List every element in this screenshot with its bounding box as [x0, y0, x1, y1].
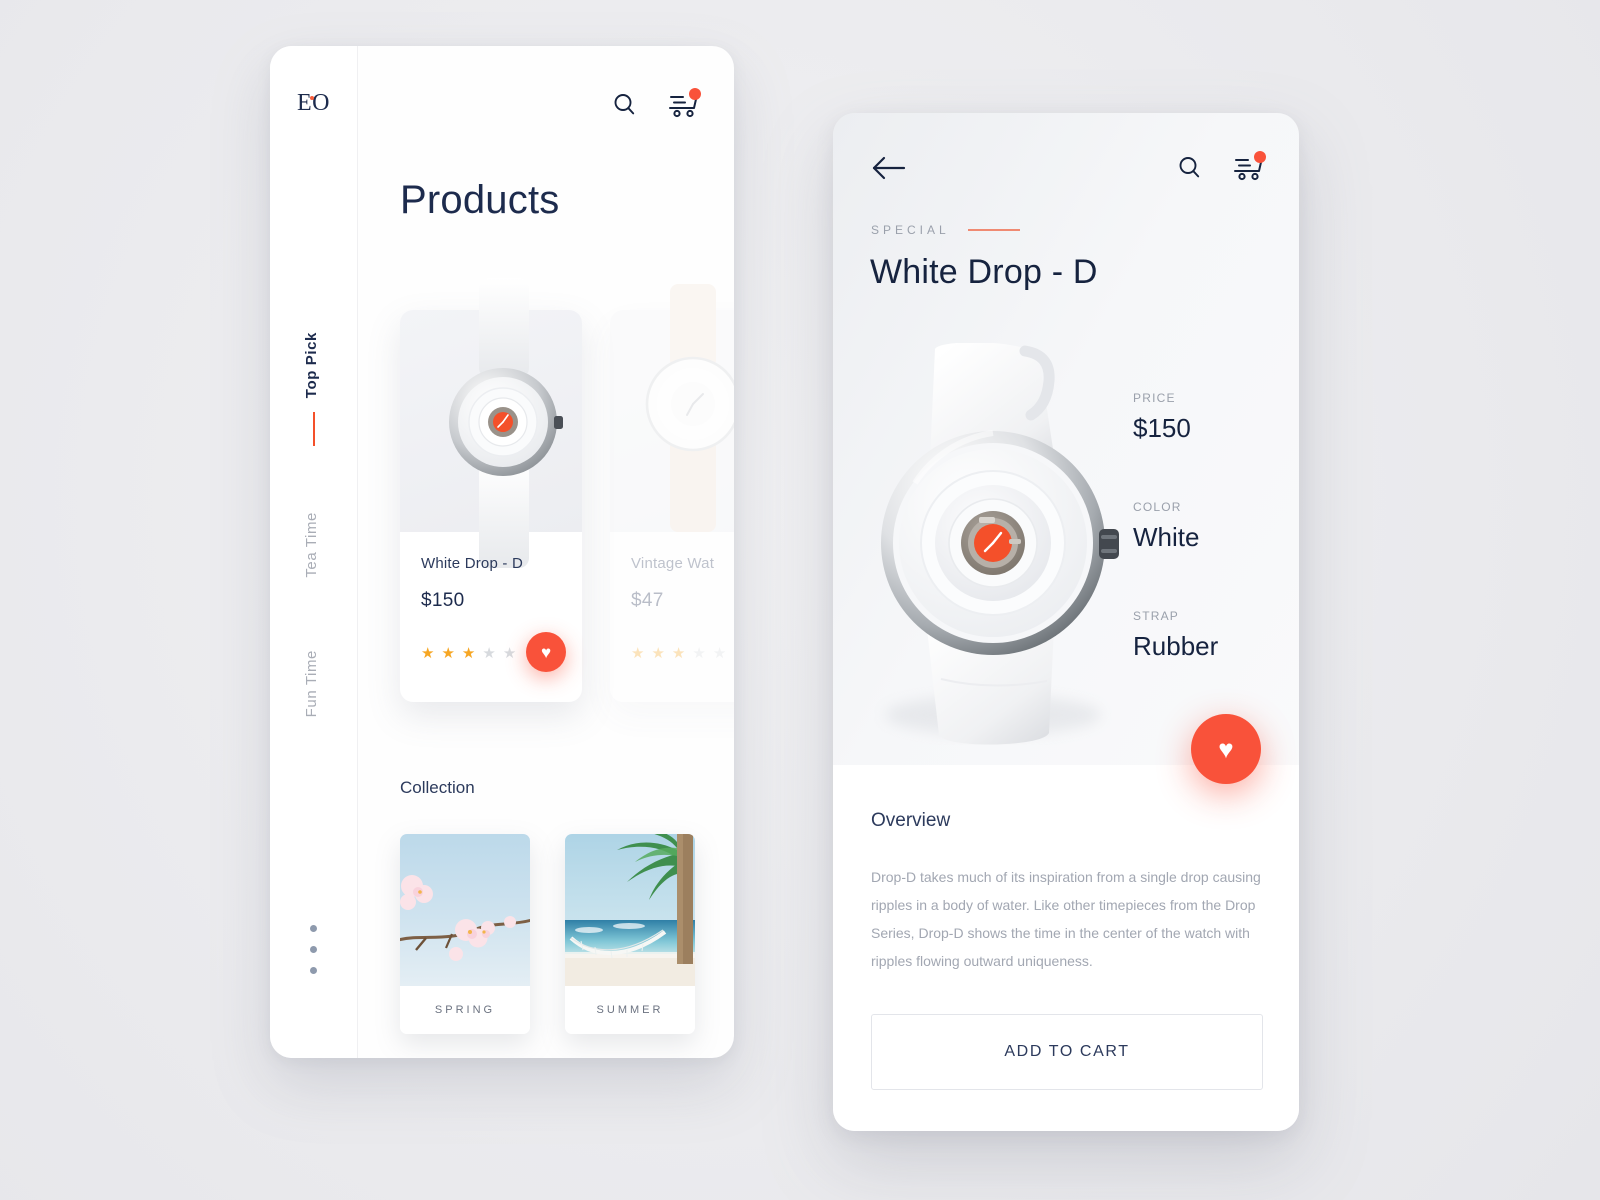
collection-label: SPRING — [400, 986, 530, 1034]
brand-logo[interactable]: EO — [297, 90, 330, 117]
rating-stars: ★ ★ ★ ★ ★ — [631, 646, 726, 661]
search-icon[interactable] — [611, 91, 638, 118]
cart-badge — [689, 88, 701, 100]
sidebar-item-top-pick[interactable]: Top Pick — [303, 332, 325, 398]
detail-topbar — [871, 151, 1266, 187]
cart-icon[interactable] — [668, 88, 701, 118]
product-price: $47 — [631, 590, 664, 611]
search-icon[interactable] — [1176, 154, 1203, 181]
spec-value: $150 — [1133, 413, 1191, 443]
star-icon: ★ — [502, 645, 517, 662]
overview-panel: Overview Drop-D takes much of its inspir… — [833, 765, 1299, 1131]
star-icon: ★ — [441, 645, 455, 662]
eyebrow-label: SPECIAL — [871, 223, 950, 237]
star-icon: ★ — [461, 645, 476, 662]
collection-card-spring[interactable]: SPRING — [400, 834, 530, 1034]
brand-logo-text: EO — [297, 90, 330, 116]
logo-accent-dot — [310, 96, 314, 100]
spec-price: PRICE $150 — [1133, 391, 1283, 444]
sidebar-item-fun-time[interactable]: Fun Time — [303, 650, 325, 717]
cart-icon[interactable] — [1233, 151, 1266, 181]
collection-card-summer[interactable]: SUMMER — [565, 834, 695, 1034]
spec-list: PRICE $150 COLOR White STRAP Rubber — [1133, 391, 1283, 718]
product-image — [400, 278, 582, 568]
spec-value: White — [1133, 522, 1200, 552]
favorite-button[interactable]: ♥ — [526, 632, 566, 672]
star-icon: ★ — [671, 645, 686, 662]
star-icon: ★ — [692, 645, 706, 662]
collection-label: SUMMER — [565, 986, 695, 1034]
product-detail-title: White Drop - D — [870, 253, 1098, 291]
pagination-dot[interactable] — [310, 925, 317, 932]
left-sidebar: EO Top Pick Tea Time Fun Time — [270, 46, 358, 1058]
star-icon: ★ — [631, 645, 645, 662]
product-carousel[interactable]: Vintage Wat $47 ★ ★ ★ ★ ★ White Drop - D… — [358, 278, 734, 714]
spec-label: STRAP — [1133, 609, 1180, 623]
add-to-cart-button[interactable]: ADD TO CART — [871, 1014, 1263, 1090]
product-info: White Drop - D $150 — [421, 555, 571, 612]
collection-heading: Collection — [400, 778, 475, 797]
star-icon: ★ — [482, 645, 496, 662]
app-canvas: EO Top Pick Tea Time Fun Time Products V… — [0, 0, 1600, 1200]
spec-color: COLOR White — [1133, 500, 1283, 553]
favorite-button[interactable]: ♥ — [1191, 714, 1261, 784]
back-arrow-icon[interactable] — [871, 155, 907, 181]
spec-label: PRICE — [1133, 391, 1176, 405]
product-price: $150 — [421, 590, 465, 611]
products-screen: EO Top Pick Tea Time Fun Time Products V… — [270, 46, 734, 1058]
star-icon: ★ — [712, 645, 727, 662]
spec-value: Rubber — [1133, 631, 1219, 661]
product-info: Vintage Wat $47 — [631, 555, 734, 612]
star-icon: ★ — [421, 645, 435, 662]
overview-heading: Overview — [871, 810, 951, 831]
detail-topbar-actions — [1176, 151, 1266, 181]
cart-badge — [1254, 151, 1266, 163]
products-main: Products Vintage Wat $47 ★ ★ ★ ★ ★ White… — [358, 46, 734, 1058]
left-topbar-actions — [611, 88, 701, 118]
summer-image — [565, 834, 695, 986]
collection-list: SPRING SUMMER — [400, 834, 695, 1034]
eyebrow-row: SPECIAL — [871, 223, 1020, 237]
pagination-dot[interactable] — [310, 946, 317, 953]
product-detail-screen: SPECIAL White Drop - D PRICE $150 COLOR … — [833, 113, 1299, 1131]
spring-image — [400, 834, 530, 986]
product-name: Vintage Wat — [631, 555, 715, 572]
rating-stars: ★ ★ ★ ★ ★ — [421, 646, 516, 661]
pagination-dots[interactable] — [310, 925, 317, 974]
pagination-dot[interactable] — [310, 967, 317, 974]
product-name: White Drop - D — [421, 555, 523, 572]
category-nav: Top Pick Tea Time Fun Time — [270, 332, 358, 717]
eyebrow-rule — [967, 229, 1020, 231]
sidebar-item-tea-time[interactable]: Tea Time — [303, 512, 325, 578]
spec-label: COLOR — [1133, 500, 1182, 514]
page-title: Products — [400, 178, 560, 222]
product-card[interactable]: White Drop - D $150 ★ ★ ★ ★ ★ ♥ — [400, 278, 582, 702]
active-nav-indicator — [313, 412, 315, 447]
heart-icon: ♥ — [1218, 734, 1234, 764]
spec-strap: STRAP Rubber — [1133, 609, 1283, 662]
overview-body: Drop-D takes much of its inspiration fro… — [871, 869, 1261, 969]
heart-icon: ♥ — [540, 642, 552, 662]
star-icon: ★ — [651, 645, 665, 662]
